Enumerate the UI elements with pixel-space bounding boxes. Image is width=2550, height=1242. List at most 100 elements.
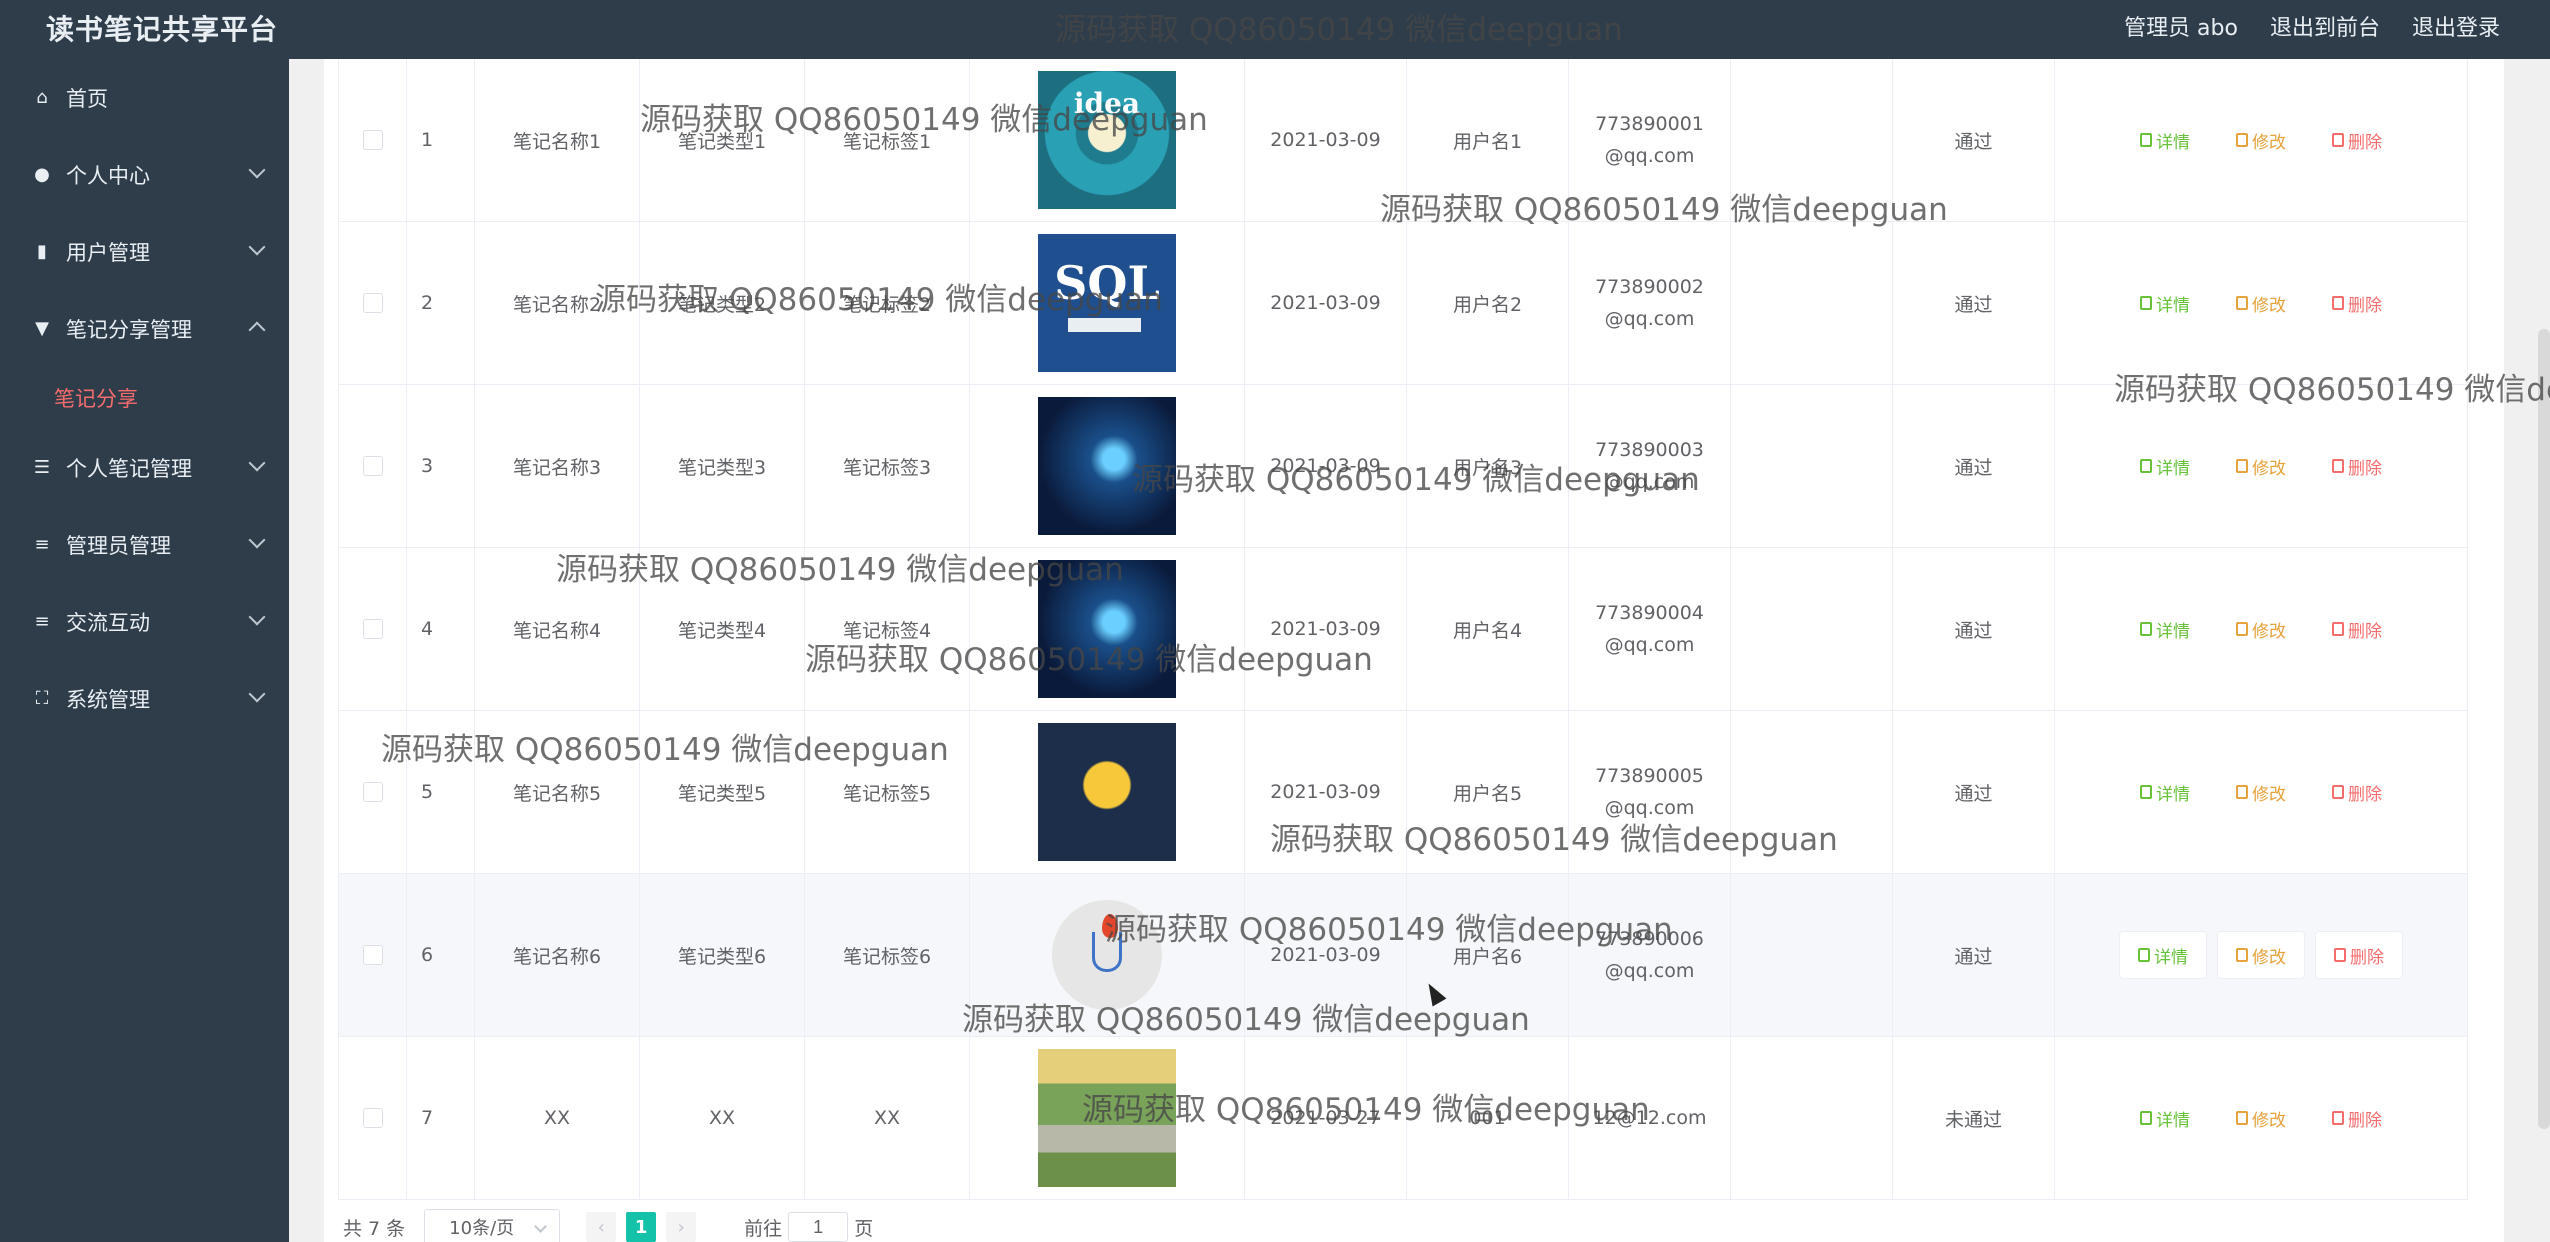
document-icon (2140, 1111, 2152, 1125)
detail-button[interactable]: 详情 (2122, 605, 2208, 653)
share-date: 2021-03-27 (1245, 1037, 1407, 1199)
note-cover-image[interactable] (1038, 723, 1176, 861)
email: 773890006@qq.com (1569, 874, 1731, 1036)
edit-button[interactable]: 修改 (2218, 442, 2304, 490)
sidebar-item-label: 交流互动 (66, 610, 150, 635)
username: 用户名5 (1407, 711, 1569, 873)
vertical-scrollbar[interactable] (2538, 329, 2550, 1129)
prev-page-button[interactable]: ‹ (586, 1212, 617, 1242)
page-size-select[interactable]: 10条/页 (424, 1209, 561, 1242)
note-tag: 笔记标签4 (805, 548, 970, 710)
row-checkbox[interactable] (362, 130, 383, 150)
username: 用户名1 (1407, 59, 1569, 221)
note-name: 笔记名称4 (475, 548, 640, 710)
note-type: XX (640, 1037, 805, 1199)
note-tag: 笔记标签3 (805, 385, 970, 547)
page-number-1[interactable]: 1 (626, 1212, 657, 1242)
goto-page-input[interactable] (788, 1212, 849, 1242)
edit-button[interactable]: 修改 (2218, 279, 2304, 327)
delete-button[interactable]: 删除 (2314, 116, 2400, 164)
list-icon: ≡ (34, 534, 50, 555)
row-index: 6 (407, 874, 475, 1036)
detail-button[interactable]: 详情 (2122, 1094, 2208, 1142)
row-checkbox[interactable] (362, 782, 383, 802)
delete-button[interactable]: 删除 (2314, 442, 2400, 490)
row-checkbox[interactable] (362, 619, 383, 639)
sidebar-item-interaction[interactable]: ≡ 交流互动 (0, 583, 289, 660)
row-checkbox[interactable] (362, 293, 383, 313)
edit-button[interactable]: 修改 (2218, 768, 2304, 816)
lines-icon: ≡ (34, 611, 50, 632)
delete-button[interactable]: 删除 (2315, 931, 2403, 979)
document-icon (2140, 785, 2152, 799)
note-cover-image[interactable] (1052, 900, 1162, 1010)
row-index: 4 (407, 548, 475, 710)
next-page-button[interactable]: › (666, 1212, 697, 1242)
delete-button[interactable]: 删除 (2314, 1094, 2400, 1142)
row-checkbox[interactable] (362, 456, 383, 476)
trash-icon (2332, 459, 2344, 473)
goto-suffix: 页 (854, 1217, 874, 1240)
edit-button[interactable]: 修改 (2218, 116, 2304, 164)
admin-user-label[interactable]: 管理员 abo (2124, 10, 2238, 42)
empty-cell (1731, 385, 1893, 547)
username: 用户名4 (1407, 548, 1569, 710)
empty-cell (1731, 711, 1893, 873)
email: 773890005@qq.com (1569, 711, 1731, 873)
detail-button[interactable]: 详情 (2122, 279, 2208, 327)
delete-button[interactable]: 删除 (2314, 768, 2400, 816)
edit-button[interactable]: 修改 (2218, 1094, 2304, 1142)
row-index: 5 (407, 711, 475, 873)
note-tag: XX (805, 1037, 970, 1199)
empty-cell (1731, 222, 1893, 384)
note-cover-image[interactable] (1038, 1049, 1176, 1187)
sidebar-item-label: 用户管理 (66, 240, 150, 265)
email: 12@12.com (1569, 1037, 1731, 1199)
sidebar-item-note-share-management[interactable]: ▼ 笔记分享管理 (0, 290, 289, 367)
delete-button[interactable]: 删除 (2314, 279, 2400, 327)
share-date: 2021-03-09 (1245, 59, 1407, 221)
logout-link[interactable]: 退出登录 (2412, 10, 2500, 42)
row-checkbox[interactable] (362, 945, 383, 965)
sidebar-item-admin-management[interactable]: ≡ 管理员管理 (0, 506, 289, 583)
note-cover-image[interactable] (1038, 397, 1176, 535)
note-cover-image[interactable] (1038, 560, 1176, 698)
sidebar-item-user-management[interactable]: ▮ 用户管理 (0, 213, 289, 290)
sidebar-item-home[interactable]: ⌂ 首页 (0, 59, 289, 136)
sidebar-item-personal-notes[interactable]: ☰ 个人笔记管理 (0, 429, 289, 506)
thumb-caption: idea (1073, 87, 1141, 120)
trash-icon (2332, 622, 2344, 636)
detail-button[interactable]: 详情 (2119, 931, 2207, 979)
note-cover-image[interactable]: idea (1038, 71, 1176, 209)
note-cover-image[interactable]: SQL (1038, 234, 1176, 372)
top-header: 读书笔记共享平台 管理员 abo 退出到前台 退出登录 (0, 0, 2550, 59)
email: 773890004@qq.com (1569, 548, 1731, 710)
content-panel: 1 笔记名称1 笔记类型1 笔记标签1 idea 2021-03-09 用户名1 773890… (324, 59, 2504, 1242)
email: 773890002@qq.com (1569, 222, 1731, 384)
edit-button[interactable]: 修改 (2218, 605, 2304, 653)
sidebar-subitem-note-share[interactable]: 笔记分享 (0, 367, 289, 429)
sidebar-item-label: 个人中心 (66, 163, 150, 188)
row-checkbox[interactable] (362, 1108, 383, 1128)
edit-button[interactable]: 修改 (2217, 931, 2305, 979)
note-name: XX (475, 1037, 640, 1199)
pencil-icon (2236, 459, 2248, 473)
sidebar-item-label: 笔记分享管理 (66, 317, 192, 342)
review-status: 通过 (1893, 874, 2055, 1036)
main-content: 1 笔记名称1 笔记类型1 笔记标签1 idea 2021-03-09 用户名1 773890… (289, 59, 2550, 1242)
pencil-icon (2236, 948, 2248, 962)
sidebar-item-system-management[interactable]: ⛶ 系统管理 (0, 660, 289, 737)
detail-button[interactable]: 详情 (2122, 116, 2208, 164)
table-row: 2 笔记名称2 笔记类型2 笔记标签2 SQL 2021-03-09 用户名2 7738900… (339, 222, 2467, 385)
sidebar-item-personal-center[interactable]: ● 个人中心 (0, 136, 289, 213)
back-to-frontend-link[interactable]: 退出到前台 (2270, 10, 2380, 42)
review-status: 通过 (1893, 548, 2055, 710)
note-type: 笔记类型5 (640, 711, 805, 873)
chevron-down-icon (248, 454, 266, 472)
sidebar-item-label: 系统管理 (66, 687, 150, 712)
note-type: 笔记类型1 (640, 59, 805, 221)
detail-button[interactable]: 详情 (2122, 768, 2208, 816)
review-status: 未通过 (1893, 1037, 2055, 1199)
detail-button[interactable]: 详情 (2122, 442, 2208, 490)
delete-button[interactable]: 删除 (2314, 605, 2400, 653)
